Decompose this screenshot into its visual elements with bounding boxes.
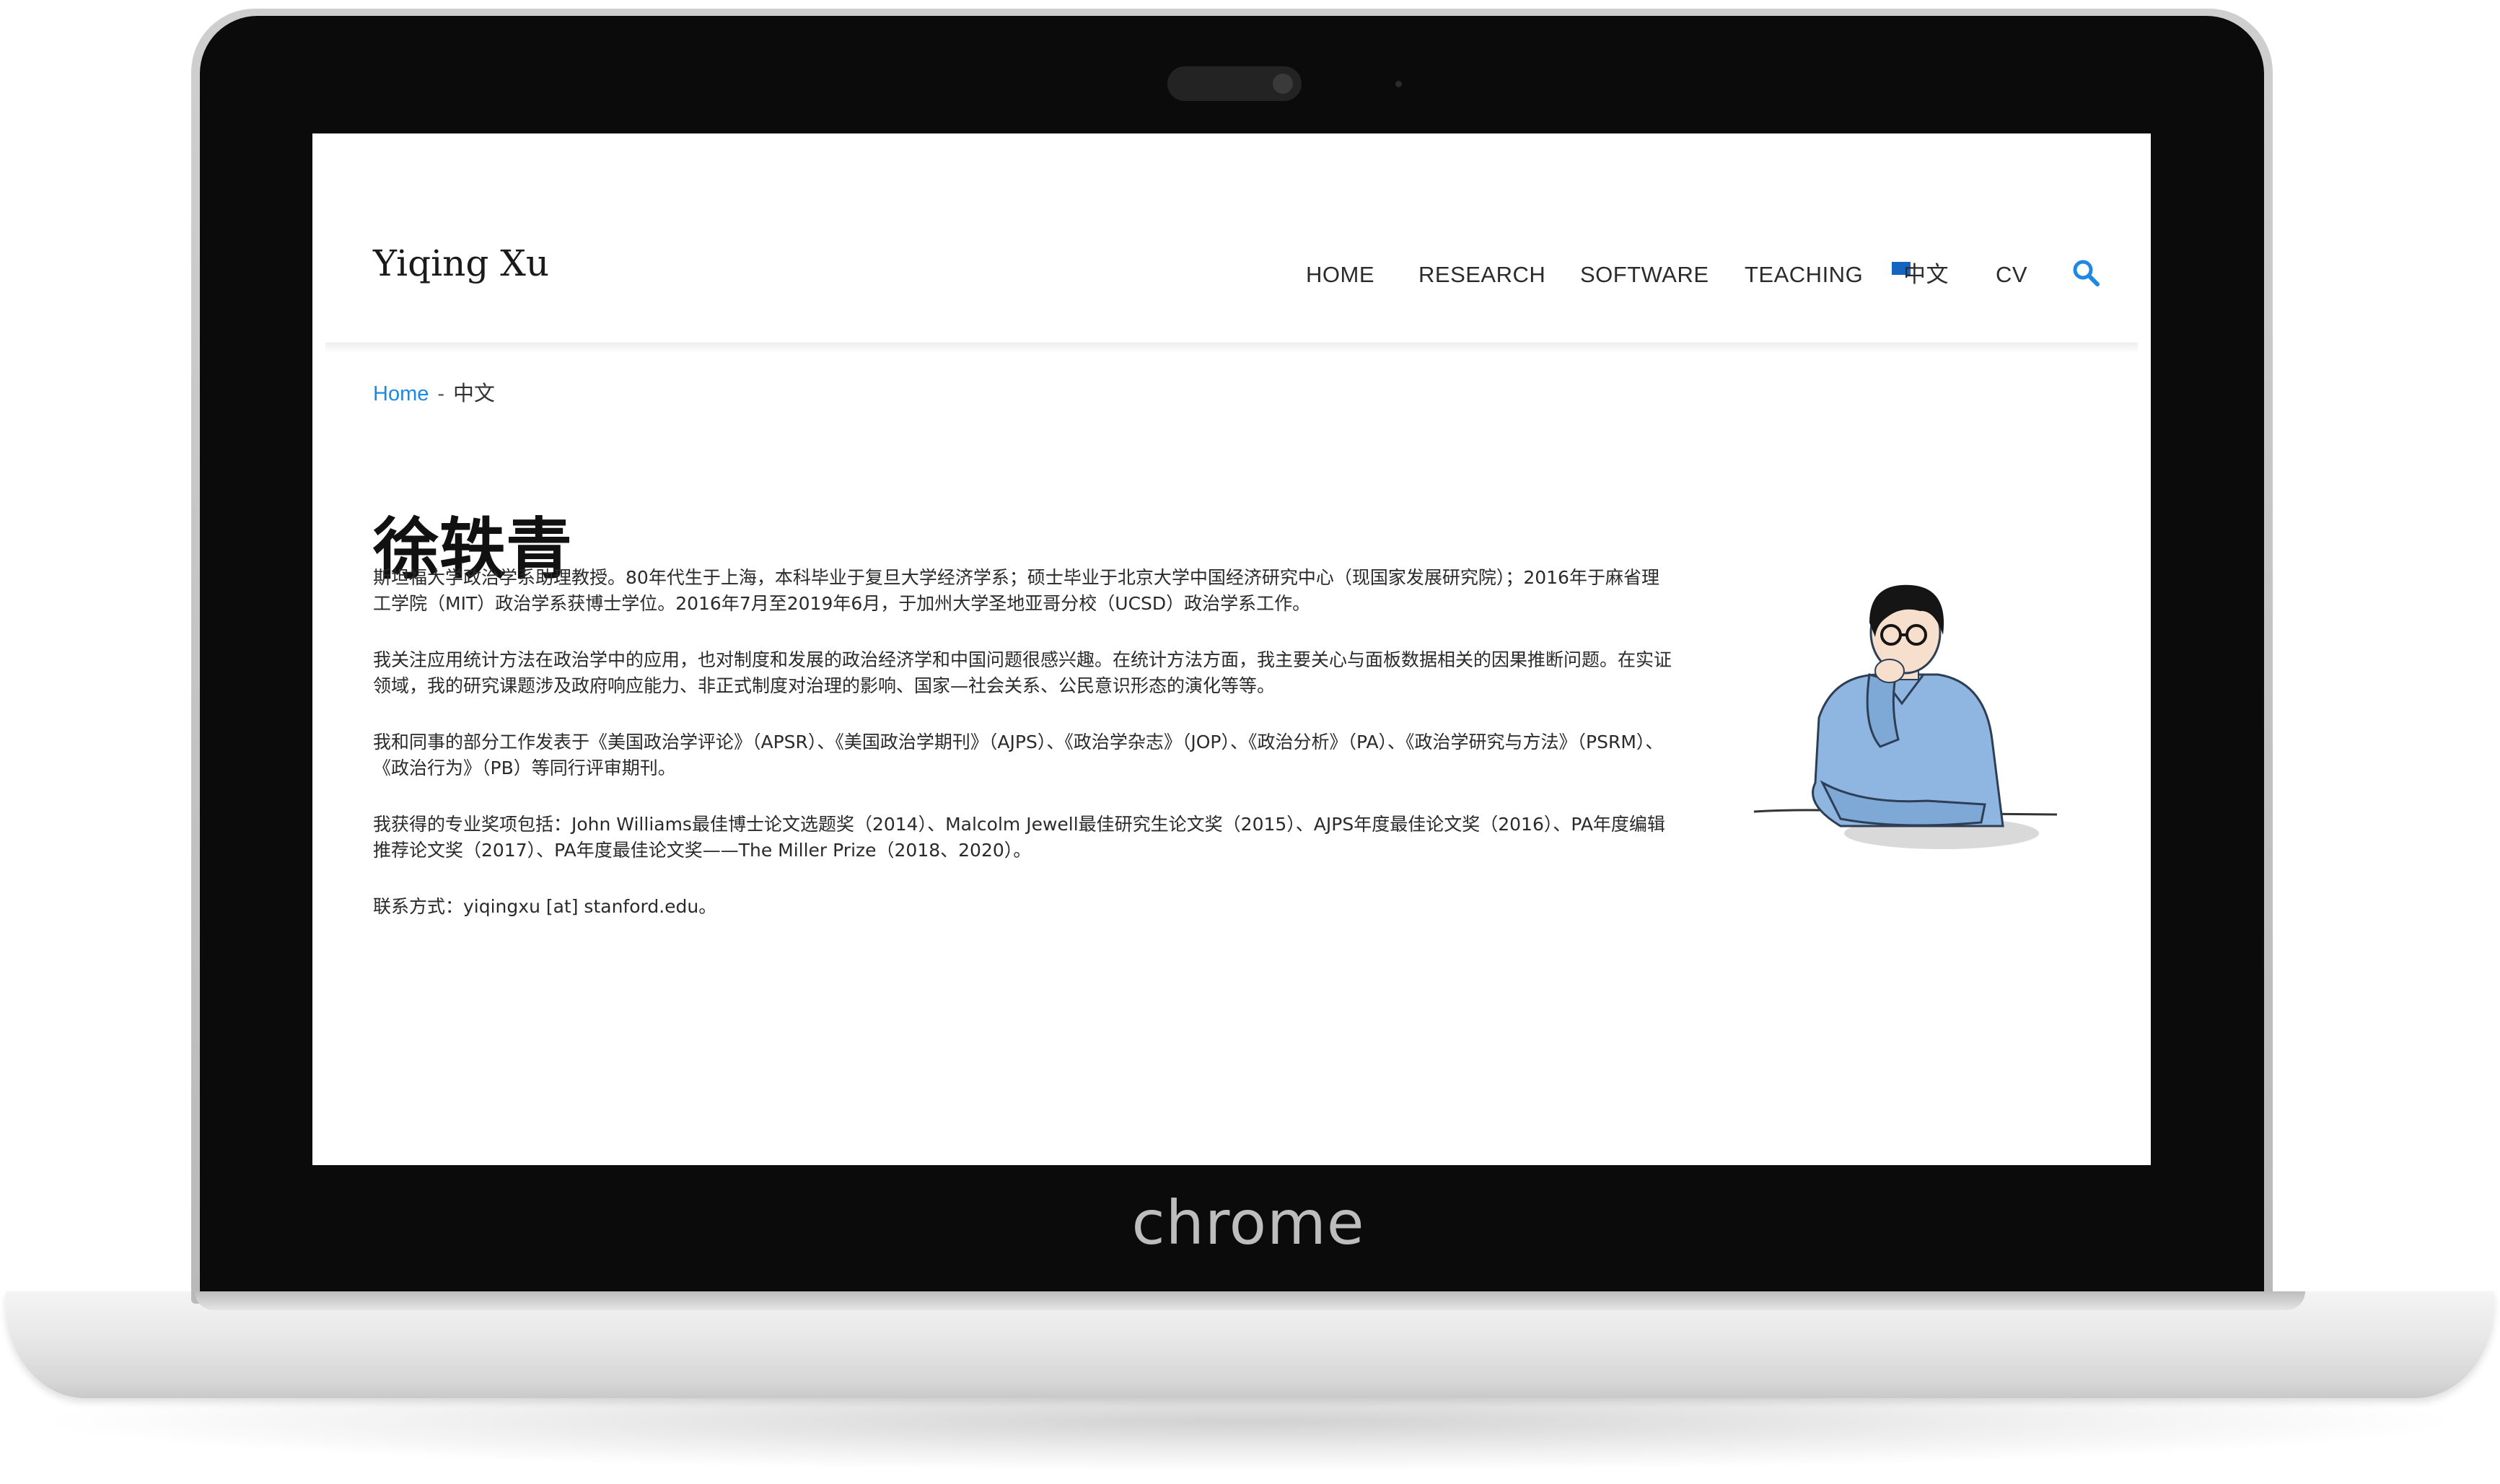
site-title[interactable]: Yiqing Xu xyxy=(373,242,549,285)
nav-software[interactable]: SOFTWARE xyxy=(1580,260,1709,289)
browser-viewport: Yiqing Xu HOME RESEARCH SOFTWARE TEACHIN… xyxy=(312,133,2151,1165)
breadcrumb-home-link[interactable]: Home xyxy=(373,382,429,405)
nav-research[interactable]: RESEARCH xyxy=(1418,260,1545,289)
laptop-hinge xyxy=(195,1291,2305,1310)
research-paragraph: 我关注应用统计方法在政治学中的应用，也对制度和发展的政治经济学和中国问题很感兴趣… xyxy=(373,649,1672,696)
bio-paragraph: 斯坦福大学政治学系助理教授。80年代生于上海，本科毕业于复旦大学经济学系；硕士毕… xyxy=(373,567,1659,614)
awards-paragraph: 我获得的专业奖项包括：John Williams最佳博士论文选题奖（2014）、… xyxy=(373,814,1665,861)
breadcrumb: Home - 中文 xyxy=(373,379,495,408)
header-divider xyxy=(325,343,2138,353)
site-header: Yiqing Xu HOME RESEARCH SOFTWARE TEACHIN… xyxy=(312,133,2151,345)
webcam-lens xyxy=(1273,74,1293,94)
search-icon[interactable] xyxy=(2071,258,2100,287)
webcam-indicator xyxy=(1395,81,1402,87)
page-content: 斯坦福大学政治学系助理教授。80年代生于上海，本科毕业于复旦大学经济学系；硕士毕… xyxy=(373,565,1672,950)
nav-teaching[interactable]: TEACHING xyxy=(1745,260,1863,289)
nav-chinese[interactable]: 中文 xyxy=(1903,260,1949,289)
breadcrumb-separator: - xyxy=(437,382,445,405)
breadcrumb-current: 中文 xyxy=(453,381,496,405)
nav-home[interactable]: HOME xyxy=(1306,260,1374,289)
contact-paragraph: 联系方式：yiqingxu [at] stanford.edu。 xyxy=(373,896,717,917)
brand-logo: chrome xyxy=(1131,1187,1365,1258)
portrait-illustration xyxy=(1753,566,2058,869)
nav-cv[interactable]: CV xyxy=(1996,260,2027,289)
publications-paragraph: 我和同事的部分工作发表于《美国政治学评论》（APSR）、《美国政治学期刊》（AJ… xyxy=(373,732,1664,778)
